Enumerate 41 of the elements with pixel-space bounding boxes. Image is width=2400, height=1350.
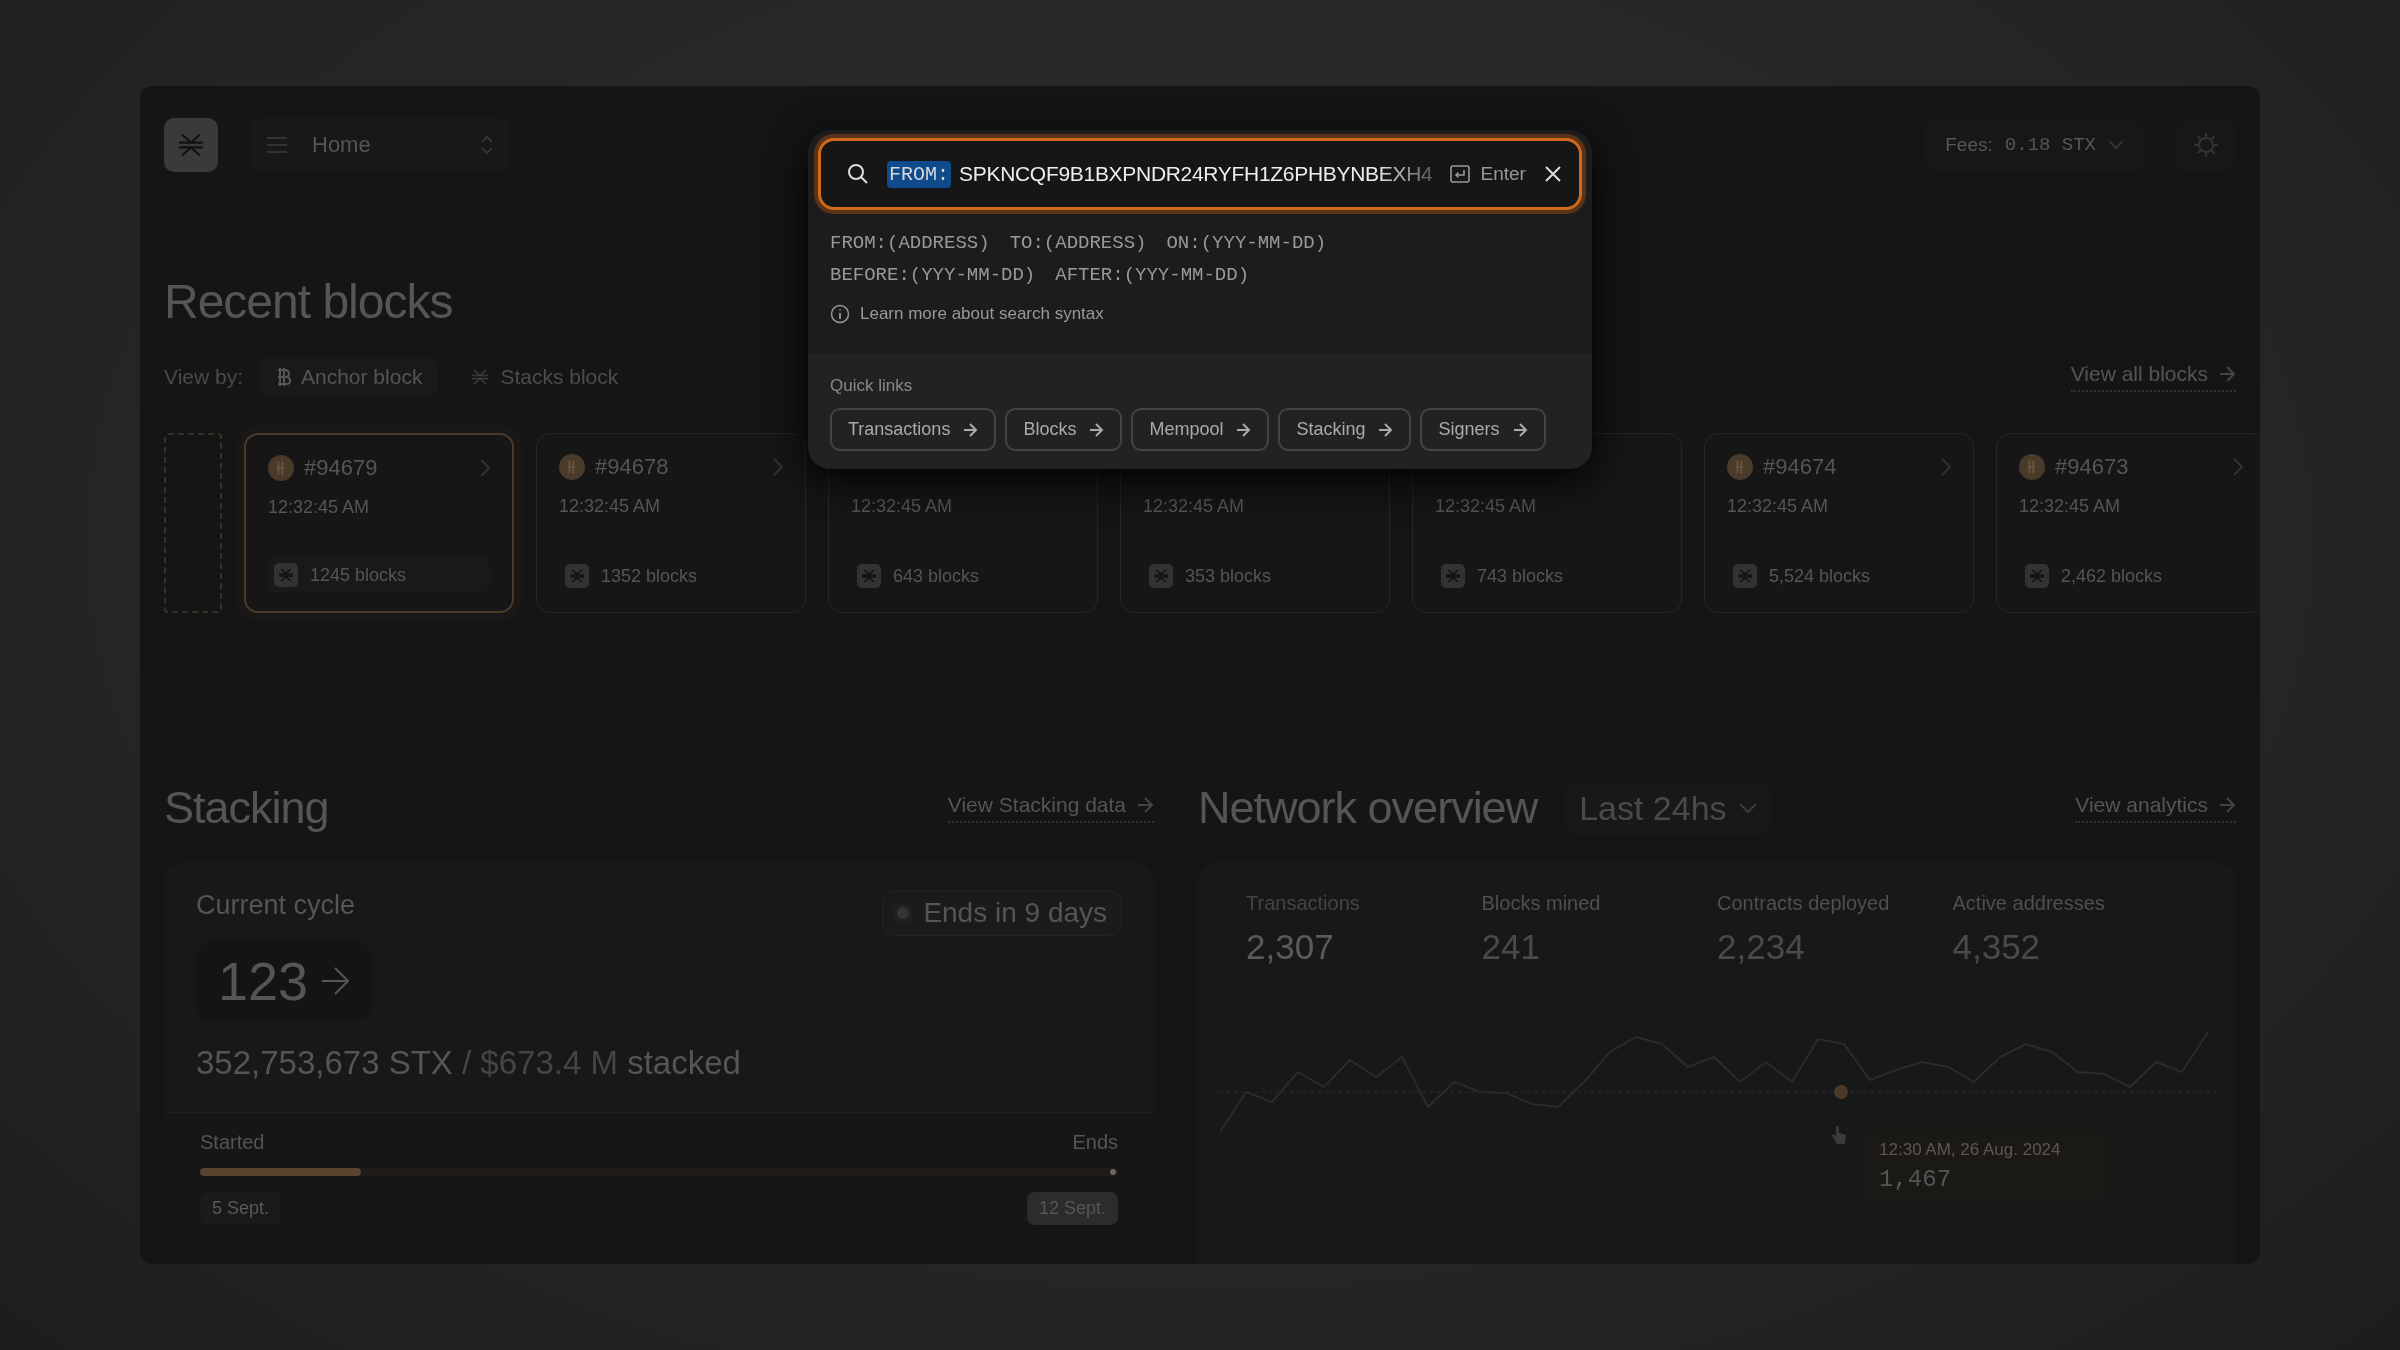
block-count: 1352 blocks <box>601 565 698 587</box>
section-title: Network overview <box>1198 782 1538 834</box>
progress-end-label: Ends <box>1072 1131 1119 1154</box>
block-time: 12:32:45 AM <box>1143 496 1246 517</box>
stat-value: 2,307 <box>1246 927 1335 967</box>
block-count: 1245 blocks <box>310 564 407 586</box>
block-number: #94679 <box>304 455 378 481</box>
block-time: 12:32:45 AM <box>1435 496 1538 517</box>
syntax-hint: FROM:(ADDRESS) <box>830 232 990 254</box>
block-time: 12:32:45 AM <box>2019 496 2122 517</box>
ends-badge: Ends in 9 days <box>882 890 1123 936</box>
block-time: 12:32:45 AM <box>851 496 954 517</box>
progress-start-label: Started <box>200 1131 265 1154</box>
fees-label: Fees: <box>1945 134 1993 156</box>
fees-value: 0.18 STX <box>2004 134 2096 156</box>
block-number: #94674 <box>1763 454 1837 480</box>
section-title: Recent blocks <box>164 274 453 329</box>
quick-links-title: Quick links <box>830 376 914 396</box>
block-number: #94678 <box>595 454 669 480</box>
block-count: 353 blocks <box>1185 565 1272 587</box>
block-time: 12:32:45 AM <box>1727 496 1830 517</box>
search-value: SPKNCQF9B1BXPNDR24RYFH1Z6PHBYNBEXH4 <box>959 162 1433 186</box>
block-count: 2,462 blocks <box>2061 565 2163 587</box>
block-time: 12:32:45 AM <box>559 496 662 517</box>
enter-hint: Enter <box>1450 163 1526 185</box>
filter-token: FROM: <box>887 160 951 188</box>
block-count: 743 blocks <box>1477 565 1564 587</box>
syntax-hint: AFTER:(YYY-MM-DD) <box>1055 264 1250 286</box>
select-label: Home <box>312 132 371 158</box>
block-number: #94673 <box>2055 454 2129 480</box>
section-title: Stacking <box>164 782 329 834</box>
block-count: 5,524 blocks <box>1769 565 1871 587</box>
tooltip-value: 1,467 <box>1879 1166 1953 1193</box>
syntax-hint: BEFORE:(YYY-MM-DD) <box>830 264 1036 286</box>
tooltip-time: 12:30 AM, 26 Aug. 2024 <box>1879 1140 2062 1160</box>
start-date: 5 Sept. <box>200 1192 282 1225</box>
cycle-label: Current cycle <box>196 890 356 921</box>
syntax-hint: TO:(ADDRESS) <box>1009 232 1147 254</box>
syntax-hint: ON:(YYY-MM-DD) <box>1166 232 1327 254</box>
block-time: 12:32:45 AM <box>268 497 371 518</box>
block-count: 643 blocks <box>893 565 980 587</box>
